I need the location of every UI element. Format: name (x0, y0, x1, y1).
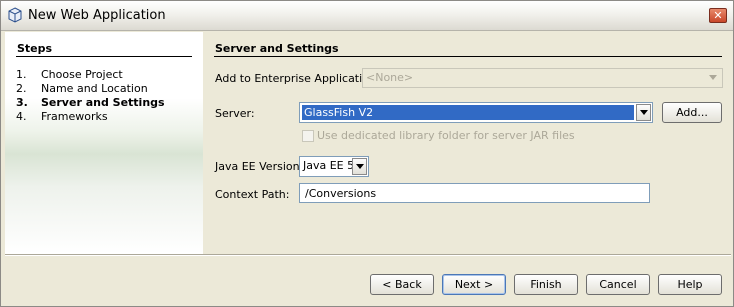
back-button[interactable]: < Back (370, 274, 434, 295)
dialog-window: New Web Application ✕ Steps 1. Choose Pro… (0, 0, 734, 307)
close-icon: ✕ (713, 9, 723, 22)
step-number: 3. (16, 96, 28, 109)
step-label: Choose Project (41, 68, 123, 81)
next-button[interactable]: Next > (442, 274, 506, 295)
window-title: New Web Application (28, 8, 166, 23)
chevron-down-icon[interactable] (352, 158, 367, 175)
javaee-value: Java EE 5 (303, 159, 355, 172)
context-path-value: /Conversions (305, 187, 377, 200)
enterprise-select[interactable]: <None> (362, 68, 723, 88)
step-label: Frameworks (41, 110, 108, 123)
server-value: GlassFish V2 (302, 105, 634, 120)
footer-divider-highlight (5, 255, 731, 256)
cancel-button[interactable]: Cancel (586, 274, 650, 295)
step-item: 4. Frameworks (16, 110, 108, 123)
step-item: 1. Choose Project (16, 68, 123, 81)
step-item: 2. Name and Location (16, 82, 148, 95)
steps-panel: Steps 1. Choose Project 2. Name and Locati… (5, 32, 203, 254)
steps-divider (16, 56, 192, 57)
cube-icon (7, 7, 23, 23)
chevron-down-icon[interactable] (636, 104, 651, 121)
step-number: 2. (16, 82, 27, 95)
title-bar[interactable]: New Web Application ✕ (1, 1, 733, 31)
panel-title: Server and Settings (215, 42, 339, 55)
panel-divider (214, 56, 722, 57)
help-button[interactable]: Help (658, 274, 722, 295)
enterprise-label: Add to Enterprise Application: (215, 72, 380, 85)
javaee-select[interactable]: Java EE 5 (299, 156, 369, 177)
finish-button[interactable]: Finish (514, 274, 578, 295)
step-label: Name and Location (41, 82, 148, 95)
context-path-label: Context Path: (215, 188, 290, 201)
context-path-input[interactable]: /Conversions (299, 183, 650, 203)
library-folder-label: Use dedicated library folder for server … (317, 129, 575, 142)
server-select[interactable]: GlassFish V2 (299, 102, 653, 123)
enterprise-value: <None> (366, 71, 414, 84)
steps-title: Steps (17, 42, 53, 55)
step-number: 1. (16, 68, 27, 81)
step-label: Server and Settings (41, 96, 165, 109)
javaee-label: Java EE Version: (215, 160, 304, 173)
chevron-down-icon (706, 70, 721, 86)
server-label: Server: (215, 107, 255, 120)
add-server-button[interactable]: Add... (662, 102, 722, 123)
close-button[interactable]: ✕ (709, 8, 727, 23)
library-folder-checkbox[interactable] (302, 130, 314, 142)
step-number: 4. (16, 110, 27, 123)
step-item-current: 3. Server and Settings (16, 96, 165, 109)
